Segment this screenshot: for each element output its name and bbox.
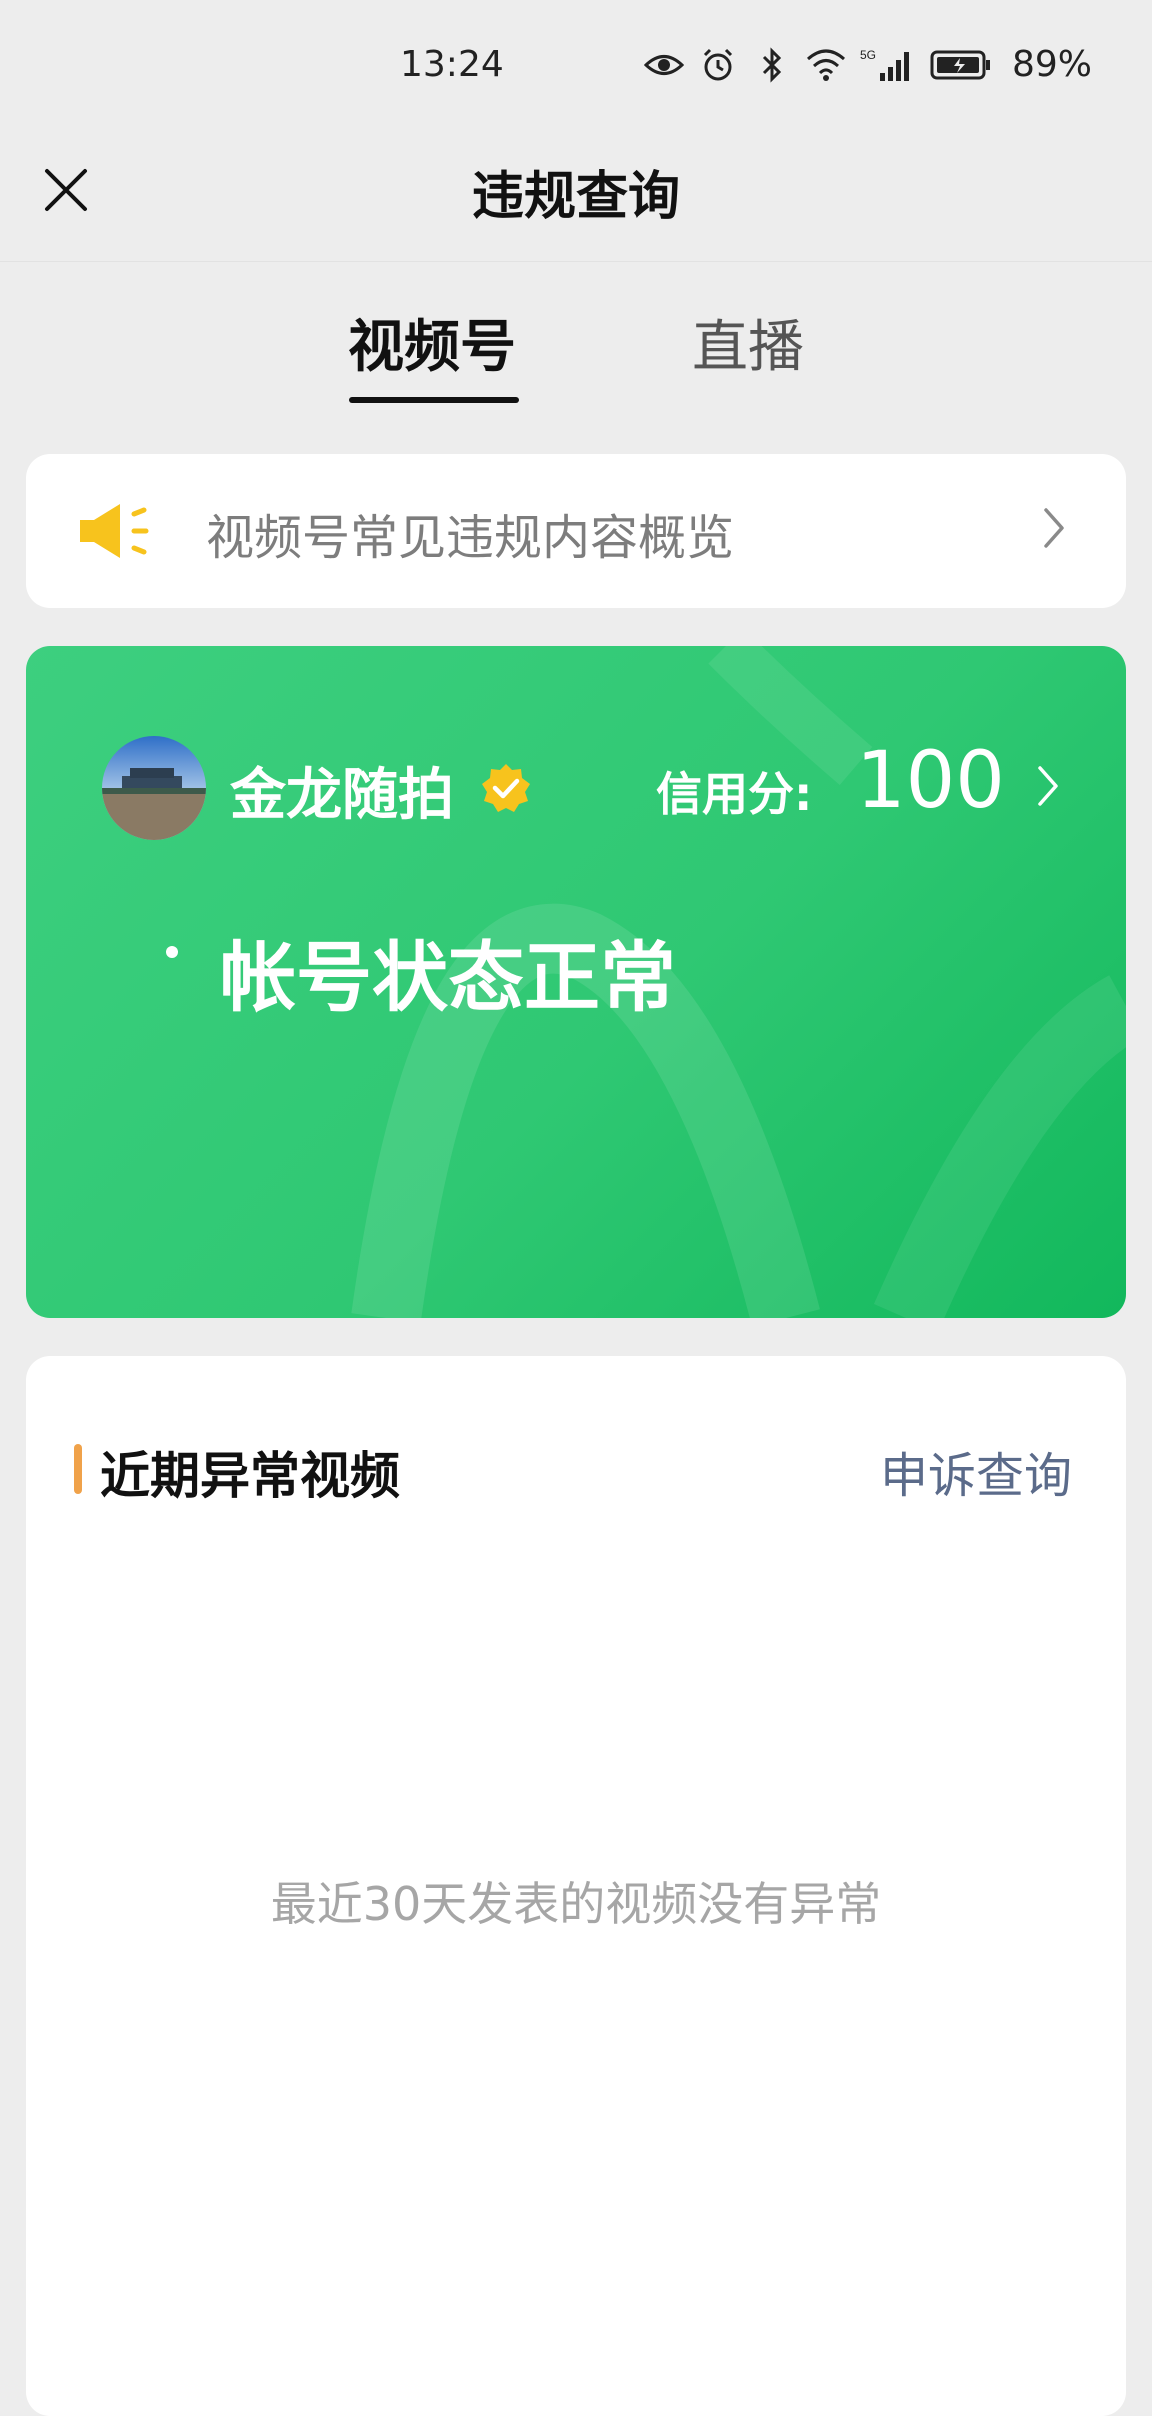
- battery-percentage: 89%: [1011, 44, 1092, 85]
- status-bullet: [166, 946, 178, 958]
- violation-overview-link[interactable]: 视频号常见违规内容概览: [26, 454, 1126, 608]
- status-bar: 13:24 5G 89%: [0, 0, 1152, 136]
- tab-live[interactable]: 直播: [692, 302, 804, 392]
- tab-channels[interactable]: 视频号: [348, 302, 516, 392]
- alarm-icon: [698, 45, 738, 85]
- avatar[interactable]: [102, 736, 206, 840]
- account-state: 帐号状态正常: [220, 933, 676, 1022]
- credit-score[interactable]: 100: [856, 736, 1005, 826]
- eye-icon: [643, 45, 684, 85]
- verified-badge-icon: [482, 764, 530, 812]
- svg-text:5G: 5G: [860, 48, 876, 62]
- bluetooth-icon: [752, 45, 792, 85]
- tab-bar: 视频号 直播: [0, 262, 1152, 412]
- nav-header: 违规查询: [0, 136, 1152, 262]
- recent-abnormal-section: 近期异常视频 申诉查询 最近30天发表的视频没有异常: [26, 1356, 1126, 2416]
- section-accent-bar: [74, 1444, 82, 1494]
- chevron-right-icon: [1044, 508, 1064, 548]
- wifi-icon: [806, 45, 846, 85]
- chevron-right-icon[interactable]: [1036, 764, 1060, 808]
- account-status-card: 金龙随拍 信用分: 100 帐号状态正常: [26, 646, 1126, 1318]
- speaker-icon: [80, 504, 149, 558]
- section-title: 近期异常视频: [100, 1447, 400, 1505]
- battery-icon: [930, 45, 992, 85]
- status-time: 13:24: [400, 44, 504, 85]
- status-icons: 5G 89%: [643, 44, 1092, 85]
- account-name[interactable]: 金龙随拍: [230, 750, 454, 831]
- notice-text: 视频号常见违规内容概览: [206, 510, 735, 566]
- page-title: 违规查询: [471, 167, 680, 227]
- appeal-query-link[interactable]: 申诉查询: [880, 1436, 1072, 1506]
- credit-label[interactable]: 信用分:: [656, 758, 812, 824]
- active-tab-indicator: [349, 397, 519, 403]
- signal-5g-icon: 5G: [860, 45, 916, 85]
- empty-state-message: 最近30天发表的视频没有异常: [270, 1877, 882, 1931]
